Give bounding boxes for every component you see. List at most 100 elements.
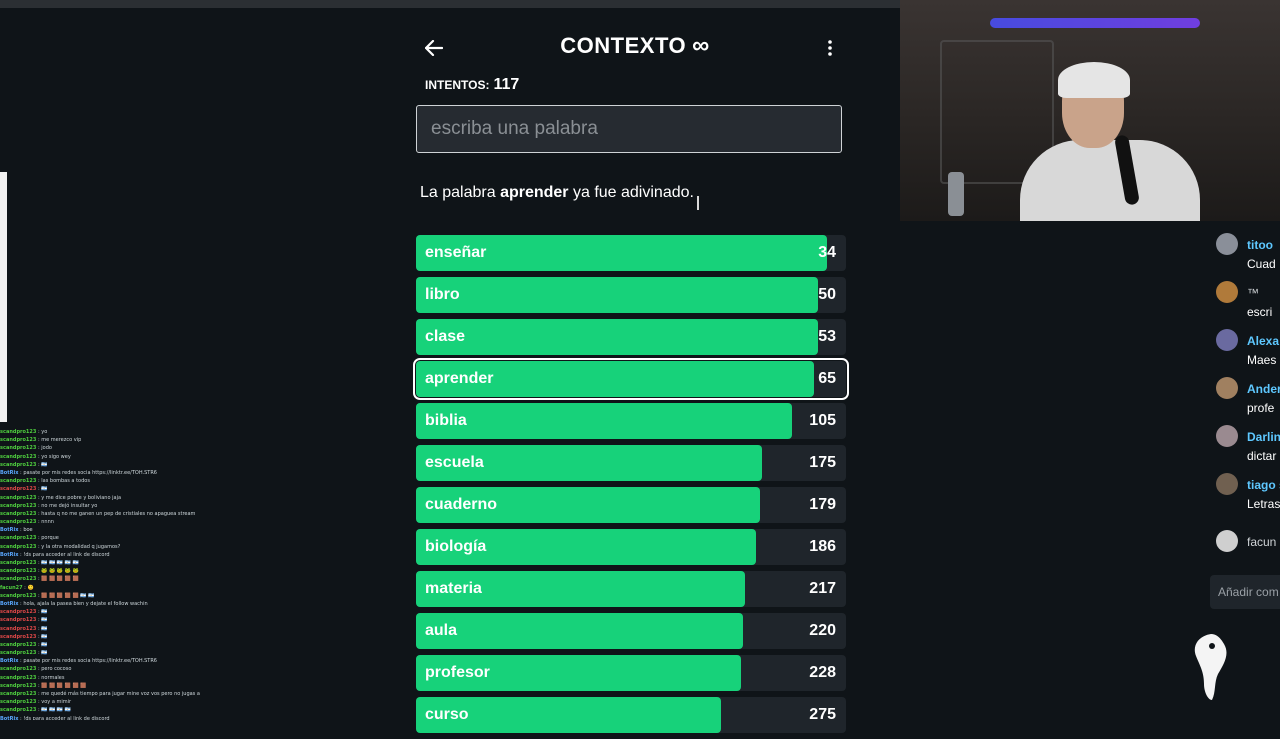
guess-rank: 228 [809, 664, 836, 681]
overlay-chat-line: scandpro123 : no me dejó insultar yo [0, 502, 200, 510]
webcam-feed [900, 0, 1280, 221]
chat-username: scandpro123 [0, 478, 37, 485]
overlay-chat-line: scandpro123 : 🟫 🟫 🟫 🟫 🟫 🇦🇷 🇦🇷 [0, 592, 200, 600]
chat-text: 🇦🇷 [41, 650, 48, 657]
guess-row: biblia 105 [416, 403, 846, 439]
overlay-chat-line: scandpro123 : 🇦🇷 [0, 608, 200, 616]
attempts-value: 117 [493, 76, 520, 93]
chat-text: nnnn [41, 519, 54, 526]
avatar [1216, 281, 1238, 303]
chat-message-text: Letras [1247, 497, 1280, 511]
overlay-chat-line: scandpro123 : jodo [0, 444, 200, 452]
avatar [1216, 377, 1238, 399]
chat-username: scandpro123 [0, 617, 37, 624]
guess-word: cuaderno [425, 496, 498, 513]
guess-list: enseñar 34 libro 50 clase 53 aprender 65 biblia 1… [413, 235, 849, 739]
chat-username: scandpro123 [0, 429, 37, 435]
guess-rank: 186 [809, 538, 836, 555]
overlay-chat-line: scandpro123 : hasta q no me ganen un pep… [0, 510, 200, 518]
contexto-game: CONTEXTO∞ INTENTOS:117 La palabra aprend… [405, 0, 865, 733]
guess-row: escuela 175 [416, 445, 846, 481]
chat-author: Darlin [1247, 430, 1280, 444]
chat-author: ™ [1247, 286, 1259, 300]
chat-username: scandpro123 [0, 641, 37, 648]
overlay-chat-line: scandpro123 : voy a mimir [0, 698, 200, 706]
message-after: ya fue adivinado. [568, 184, 694, 201]
chat-text: 🇦🇷 [41, 617, 48, 624]
chat-text: pasate por mis redes socia https://linkt… [23, 469, 157, 476]
overlay-chat-line: BotRix : pasate por mis redes socia http… [0, 657, 200, 665]
message-word: aprender [500, 184, 569, 201]
menu-button[interactable] [820, 36, 840, 60]
overlay-chat-line: scandpro123 : las bombas a todos [0, 477, 200, 485]
chat-text: 🇦🇷 [41, 633, 48, 640]
chat-text: y me dice pobre y boliviano jaja [41, 494, 122, 501]
avatar [1216, 329, 1238, 351]
overlay-chat-line: scandpro123 : 🇦🇷 [0, 641, 200, 649]
chat-text: normales [41, 674, 65, 681]
guess-word: libro [425, 286, 460, 303]
chat-text: y la otra modalidad q jugamos? [41, 543, 121, 550]
similarity-bar [416, 403, 793, 439]
guess-word: aula [425, 622, 458, 639]
title-text: CONTEXTO [560, 33, 687, 58]
overlay-chat-line: scandpro123 : nnnn [0, 518, 200, 526]
overlay-chat-line: BotRix : hola, ajala la pasea bien y dej… [0, 600, 200, 608]
chat-text: 🟫 🟫 🟫 🟫 🟫 🟫 [41, 682, 87, 689]
chat-username: scandpro123 [0, 633, 37, 640]
overlay-chat-line: scandpro123 : 🇦🇷 🇦🇷 🇦🇷 🇦🇷 🇦🇷 [0, 559, 200, 567]
chat-username: scandpro123 [0, 461, 37, 468]
overlay-chat-line: scandpro123 : 🟫 🟫 🟫 🟫 🟫 🟫 [0, 682, 200, 690]
guess-row: libro 50 [416, 277, 846, 313]
chat-username: scandpro123 [0, 502, 37, 509]
overlay-chat-line: scandpro123 : y me dice pobre y bolivian… [0, 494, 200, 502]
chat-username: scandpro123 [0, 510, 37, 517]
similarity-bar [416, 277, 819, 313]
chat-text: 🇦🇷 [41, 461, 48, 468]
chat-username: scandpro123 [0, 592, 37, 599]
guess-row: enseñar 34 [416, 235, 846, 271]
left-edge-panel [0, 172, 7, 422]
guess-word: biblia [425, 412, 467, 429]
overlay-chat-line: scandpro123 : 🟫 🟫 🟫 🟫 🟫 [0, 575, 200, 583]
chat-text: 🇦🇷 [41, 486, 48, 493]
guess-rank: 275 [809, 706, 836, 723]
chat-username: scandpro123 [0, 560, 37, 566]
overlay-chat-line: scandpro123 : 🇦🇷 [0, 649, 200, 657]
chat-text: 🟫 🟫 🟫 🟫 🟫 🇦🇷 🇦🇷 [41, 592, 95, 599]
chat-text: hola, ajala la pasea bien y dejate el fo… [23, 600, 148, 607]
guess-input[interactable] [416, 105, 842, 153]
guess-rank: 53 [818, 328, 836, 345]
guess-rank: 105 [809, 412, 836, 429]
chat-username: BotRix [0, 658, 19, 665]
overlay-chat-line: scandpro123 : 🇦🇷 [0, 616, 200, 624]
guess-rank: 220 [809, 622, 836, 639]
chat-username: BotRix [0, 469, 19, 476]
chat-username: BotRix [0, 715, 19, 720]
avatar [1216, 233, 1238, 255]
chat-text: me quedé más tiempo para jugar mine voz … [41, 691, 200, 697]
chat-author: facun [1247, 535, 1277, 549]
overlay-chat-line: scandpro123 : pero cocoso [0, 665, 200, 673]
chat-input[interactable]: Añadir com [1210, 575, 1280, 609]
chat-text: pero cocoso [41, 666, 72, 673]
live-chat-panel: titoo Cuad ™ escri Alexa Maes Ander profe Darlin… [1200, 225, 1280, 620]
guess-word: clase [425, 328, 466, 345]
guess-rank: 179 [809, 496, 836, 513]
overlay-chat-line: BotRix : pasate por mis redes socia http… [0, 469, 200, 477]
overlay-chat-line: scandpro123 : 🇦🇷 [0, 633, 200, 641]
overlay-chat-line: scandpro123 : 🇦🇷 [0, 485, 200, 493]
avatar [1216, 530, 1238, 552]
chat-message-text: dictar [1247, 449, 1277, 463]
chat-text: 🇦🇷 [41, 641, 48, 648]
chat-author: titoo [1247, 238, 1273, 252]
chat-text: 🐸 🐸 🐸 🐸 🐸 [41, 568, 79, 575]
chat-message-text: profe [1247, 401, 1275, 415]
guess-word: profesor [425, 664, 490, 681]
chat-message-text: Maes [1247, 353, 1277, 367]
chat-username: scandpro123 [0, 625, 37, 632]
chat-username: scandpro123 [0, 707, 37, 714]
avatar [1216, 473, 1238, 495]
overlay-chat-line: scandpro123 : normales [0, 674, 200, 682]
chat-username: scandpro123 [0, 445, 37, 452]
